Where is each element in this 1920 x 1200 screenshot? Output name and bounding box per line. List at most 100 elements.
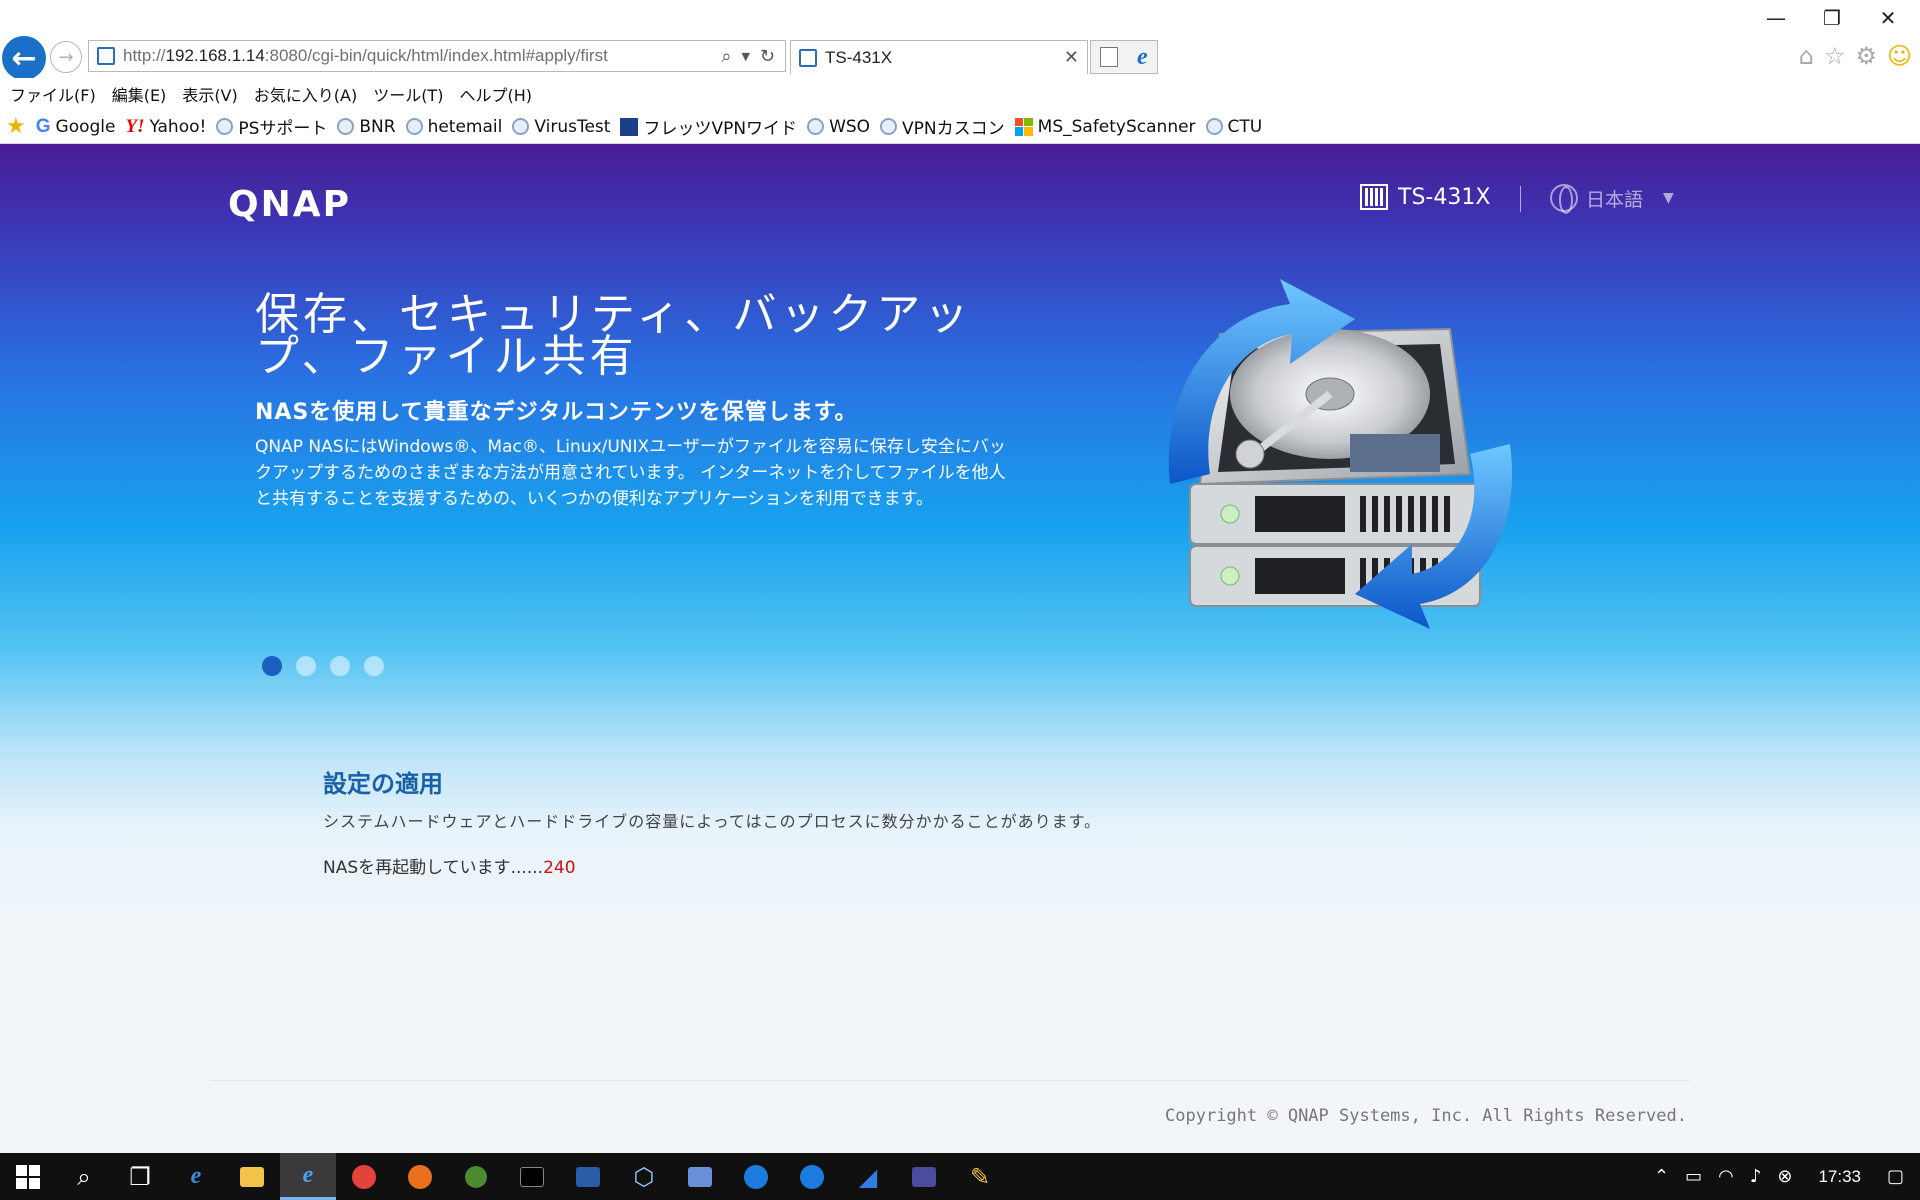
favorite-label: WSO xyxy=(829,116,871,137)
back-button[interactable]: ← xyxy=(2,36,46,80)
taskbar-ffftp[interactable] xyxy=(896,1153,952,1200)
terminal-icon xyxy=(520,1166,544,1187)
vpn-icon xyxy=(620,117,639,136)
close-window-icon[interactable]: ✕ xyxy=(1868,6,1908,30)
taskbar-internet-explorer[interactable]: e xyxy=(280,1153,336,1200)
ie-page-icon xyxy=(337,118,355,135)
taskbar-chrome[interactable] xyxy=(336,1153,392,1200)
new-tab-button[interactable]: e xyxy=(1090,40,1158,74)
taskbar-shark-app[interactable]: ◢ xyxy=(840,1153,896,1200)
battery-icon[interactable]: ▭ xyxy=(1685,1166,1702,1187)
firefox-icon xyxy=(408,1164,432,1189)
restart-label: NASを再起動しています...... xyxy=(323,858,544,878)
microsoft-icon xyxy=(1014,117,1033,136)
tab-close-icon[interactable]: ✕ xyxy=(1064,47,1079,68)
minimize-icon[interactable]: — xyxy=(1756,6,1796,30)
favorite-ctu[interactable]: CTU xyxy=(1205,116,1263,137)
chrome-icon xyxy=(352,1164,376,1189)
edge-icon: e xyxy=(190,1163,202,1189)
model-indicator: TS-431X xyxy=(1360,184,1490,210)
taskbar-network-app[interactable] xyxy=(672,1153,728,1200)
cube-icon: ⬡ xyxy=(633,1162,655,1191)
chevron-down-icon[interactable]: ▼ xyxy=(741,50,749,63)
favorites-star-add-icon[interactable]: ★ xyxy=(6,114,26,139)
favorites-star-icon[interactable]: ☆ xyxy=(1824,42,1846,70)
favorite-ms-safety-scanner[interactable]: MS_SafetyScanner xyxy=(1014,116,1196,137)
refresh-icon[interactable]: ↻ xyxy=(760,46,775,67)
teamviewer-icon xyxy=(744,1164,768,1189)
nas-server-icon xyxy=(1360,184,1388,210)
favorite-ps-support[interactable]: PSサポート xyxy=(216,114,327,139)
volume-icon[interactable]: ♪ xyxy=(1750,1166,1762,1187)
hero-title: 保存、セキュリティ、バックアップ、ファイル共有 xyxy=(255,289,973,382)
favorite-label: hetemail xyxy=(427,116,503,137)
menu-item-file[interactable]: ファイル(F) xyxy=(10,82,96,106)
menu-item-edit[interactable]: 編集(E) xyxy=(112,82,167,106)
favorite-label: Google xyxy=(55,116,116,137)
taskbar-teamviewer[interactable] xyxy=(728,1153,784,1200)
browser-tab[interactable]: TS-431X ✕ xyxy=(790,40,1088,74)
bug-icon xyxy=(465,1165,487,1188)
search-icon[interactable]: ⌕ xyxy=(721,46,731,67)
favorite-virustest[interactable]: VirusTest xyxy=(512,117,610,137)
home-icon[interactable]: ⌂ xyxy=(1799,42,1814,70)
taskbar-cmd[interactable] xyxy=(504,1153,560,1200)
taskbar-firefox[interactable] xyxy=(392,1153,448,1200)
favorite-hetemail[interactable]: hetemail xyxy=(405,116,503,137)
browser-tools: ⌂ ☆ ⚙ ☺ xyxy=(1799,42,1912,70)
feedback-smiley-icon[interactable]: ☺ xyxy=(1887,42,1912,70)
favorite-label: フレッツVPNワイド xyxy=(643,119,798,139)
language-selector[interactable]: 日本語 ▼ xyxy=(1550,184,1674,214)
favorite-label: CTU xyxy=(1227,116,1263,137)
blocked-icon[interactable]: ⊗ xyxy=(1777,1166,1792,1187)
taskbar-file-explorer[interactable] xyxy=(224,1153,280,1200)
site-favicon-icon xyxy=(97,47,115,65)
apply-settings-title: 設定の適用 xyxy=(323,770,443,798)
favorite-label: Yahoo! xyxy=(149,116,207,137)
taskbar-app-bug[interactable] xyxy=(448,1153,504,1200)
arrow-left-icon: ← xyxy=(11,40,37,76)
task-view-button[interactable]: ❐ xyxy=(112,1153,168,1200)
start-button[interactable] xyxy=(0,1153,56,1200)
carousel-dot-4[interactable] xyxy=(364,656,384,676)
url-text[interactable]: http://192.168.1.14:8080/cgi-bin/quick/h… xyxy=(123,46,721,66)
carousel-dot-3[interactable] xyxy=(330,656,350,676)
wifi-icon[interactable]: ◠ xyxy=(1718,1166,1734,1187)
menu-item-tools[interactable]: ツール(T) xyxy=(373,82,443,106)
gear-icon[interactable]: ⚙ xyxy=(1855,42,1877,70)
ie-page-icon xyxy=(1205,118,1223,135)
favorite-bnr[interactable]: BNR xyxy=(337,117,396,137)
taskbar-powershell[interactable] xyxy=(560,1153,616,1200)
favorite-vpn-kascon[interactable]: VPNカスコン xyxy=(880,114,1005,139)
forward-button[interactable]: → xyxy=(50,41,82,73)
favorite-yahoo[interactable]: Y! Yahoo! xyxy=(125,116,206,138)
ie-page-icon xyxy=(807,118,825,135)
favorite-label: VirusTest xyxy=(534,116,611,137)
carousel-dot-2[interactable] xyxy=(296,656,316,676)
chevron-down-icon: ▼ xyxy=(1663,190,1674,206)
notification-icon[interactable]: ▢ xyxy=(1887,1166,1904,1187)
taskbar-teamviewer-2[interactable] xyxy=(784,1153,840,1200)
favorite-flets-vpn[interactable]: フレッツVPNワイド xyxy=(620,114,797,139)
folder-icon xyxy=(240,1166,264,1187)
favorite-wso[interactable]: WSO xyxy=(807,117,870,137)
menu-item-favorites[interactable]: お気に入り(A) xyxy=(254,82,357,106)
taskbar-edge[interactable]: e xyxy=(168,1153,224,1200)
favorite-google[interactable]: G Google xyxy=(36,116,116,138)
ftp-icon xyxy=(912,1166,936,1187)
taskbar-paint[interactable]: ✎ xyxy=(952,1153,1008,1200)
tab-favicon-icon xyxy=(799,48,817,67)
menu-item-view[interactable]: 表示(V) xyxy=(182,82,237,106)
restore-icon[interactable]: ❐ xyxy=(1812,6,1852,30)
carousel-dot-1[interactable] xyxy=(262,656,282,676)
chevron-up-icon[interactable]: ⌃ xyxy=(1654,1166,1669,1187)
header-divider xyxy=(1520,186,1521,212)
address-bar[interactable]: http://192.168.1.14:8080/cgi-bin/quick/h… xyxy=(88,40,786,72)
clock[interactable]: 17:33 xyxy=(1818,1167,1861,1187)
search-button[interactable]: ⌕ xyxy=(56,1153,112,1200)
menu-item-help[interactable]: ヘルプ(H) xyxy=(459,82,532,106)
taskbar-virtualbox[interactable]: ⬡ xyxy=(616,1153,672,1200)
qnap-setup-page: QNAP TS-431X 日本語 ▼ 保存、セキュリティ、バックアップ、ファイル… xyxy=(0,144,1920,1153)
favorite-label: MS_SafetyScanner xyxy=(1037,116,1196,137)
ie-page-icon xyxy=(216,118,234,135)
